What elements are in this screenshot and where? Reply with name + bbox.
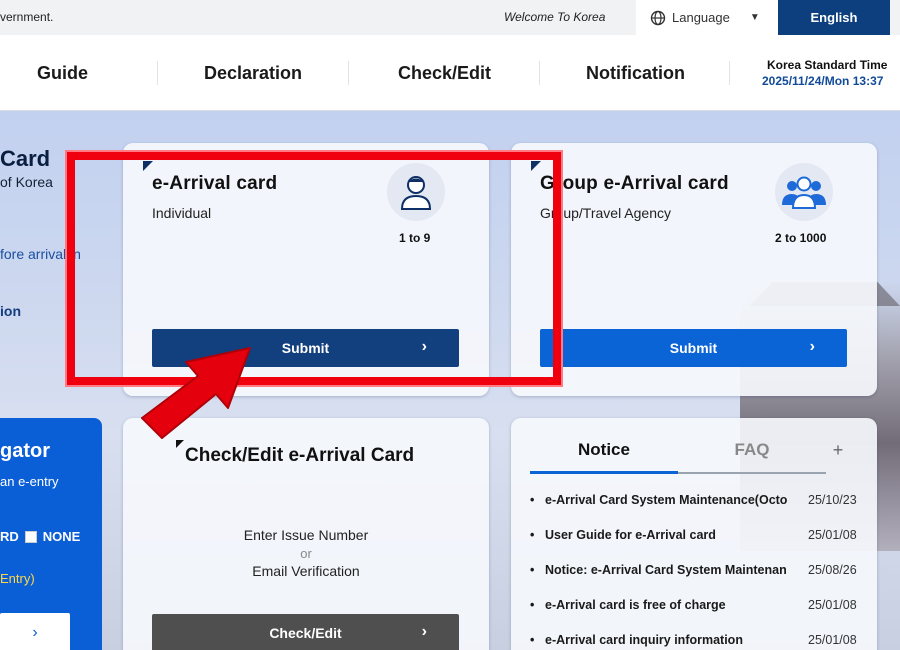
notice-title: e-Arrival Card System Maintenance(Octo xyxy=(545,493,788,507)
navigator-options: RD NONE xyxy=(0,529,80,544)
chevron-right-icon: › xyxy=(809,338,815,355)
notice-item[interactable]: • Notice: e-Arrival Card System Maintena… xyxy=(530,563,870,598)
nav-divider xyxy=(348,61,349,85)
notice-item[interactable]: • e-Arrival card inquiry information 25/… xyxy=(530,633,870,650)
clock-value: 2025/11/24/Mon 13:37 xyxy=(762,74,884,88)
clock-label: Korea Standard Time xyxy=(767,58,888,72)
bullet-icon: • xyxy=(530,598,535,612)
bullet-icon: • xyxy=(530,563,535,577)
check-edit-label: Check/Edit xyxy=(269,625,342,641)
notice-date: 25/01/08 xyxy=(808,528,857,542)
group-card-title: Group e-Arrival card xyxy=(540,173,729,194)
nav-divider xyxy=(729,61,730,85)
group-people-icon xyxy=(775,163,833,221)
notice-date: 25/10/23 xyxy=(808,493,857,507)
language-label: Language xyxy=(672,10,730,25)
check-edit-button[interactable]: Check/Edit › xyxy=(152,614,459,650)
chevron-right-icon: › xyxy=(421,623,427,640)
notice-item[interactable]: • e-Arrival card is free of charge 25/01… xyxy=(530,598,870,633)
left-bold-text[interactable]: ion xyxy=(0,303,21,319)
navigator-go-button[interactable]: › xyxy=(0,613,70,650)
highlight-arrow-icon xyxy=(141,347,251,439)
left-heading: Card xyxy=(0,146,51,171)
option-label-none: NONE xyxy=(42,529,81,544)
government-notice: vernment. xyxy=(0,10,54,24)
korea-time-clock: Korea Standard Time 2025/11/24/Mon 13:37 xyxy=(762,57,887,89)
notice-title: User Guide for e-Arrival card xyxy=(545,528,716,542)
navigator-title: gator xyxy=(0,440,50,462)
notice-tabs: Notice FAQ + xyxy=(530,440,850,474)
or-text: or xyxy=(300,546,312,561)
left-subtitle: of Korea xyxy=(0,174,53,190)
notice-date: 25/01/08 xyxy=(808,633,857,647)
nav-divider xyxy=(157,61,158,85)
email-verification-text: Email Verification xyxy=(252,563,360,579)
nav-notification[interactable]: Notification xyxy=(586,63,685,84)
utility-bar: vernment. Welcome To Korea Language ▼ En… xyxy=(0,0,900,35)
nav-check-edit[interactable]: Check/Edit xyxy=(398,63,491,84)
check-edit-title: Check/Edit e-Arrival Card xyxy=(185,445,415,466)
navigator-note: Entry) xyxy=(0,571,35,586)
none-checkbox[interactable] xyxy=(24,530,37,543)
notice-title: e-Arrival card is free of charge xyxy=(545,598,726,612)
nav-declaration[interactable]: Declaration xyxy=(204,63,302,84)
caret-down-icon: ▼ xyxy=(749,12,760,23)
notice-date: 25/08/26 xyxy=(808,563,857,577)
group-range: 2 to 1000 xyxy=(775,231,827,245)
plus-icon[interactable]: + xyxy=(826,440,850,474)
group-submit-button[interactable]: Submit › xyxy=(540,329,847,367)
english-button[interactable]: English xyxy=(778,0,890,35)
tab-faq[interactable]: FAQ xyxy=(678,440,826,474)
notice-faq-card: Notice FAQ + • e-Arrival Card System Mai… xyxy=(511,418,877,650)
welcome-text: Welcome To Korea xyxy=(504,10,606,24)
globe-icon xyxy=(650,10,666,25)
chevron-right-icon: › xyxy=(32,624,38,641)
navigator-panel: gator an e-entry RD NONE Entry) › xyxy=(0,418,102,650)
notice-date: 25/01/08 xyxy=(808,598,857,612)
bullet-icon: • xyxy=(530,528,535,542)
notice-item[interactable]: • User Guide for e-Arrival card 25/01/08 xyxy=(530,528,870,563)
bullet-icon: • xyxy=(530,633,535,647)
tab-notice[interactable]: Notice xyxy=(530,440,678,474)
language-selector[interactable]: Language ▼ xyxy=(636,0,778,35)
notice-title: Notice: e-Arrival Card System Maintenan xyxy=(545,563,787,577)
notice-title: e-Arrival card inquiry information xyxy=(545,633,743,647)
submit-label: Submit xyxy=(669,340,718,356)
notice-item[interactable]: • e-Arrival Card System Maintenance(Octo… xyxy=(530,493,870,528)
issue-number-text: Enter Issue Number xyxy=(243,527,369,543)
check-edit-card: Check/Edit e-Arrival Card Enter Issue Nu… xyxy=(123,418,489,650)
main-nav: Guide Declaration Check/Edit Notificatio… xyxy=(0,35,900,111)
nav-guide[interactable]: Guide xyxy=(37,63,88,84)
bullet-icon: • xyxy=(530,493,535,507)
notice-list: • e-Arrival Card System Maintenance(Octo… xyxy=(530,493,870,650)
group-arrival-card: Group e-Arrival card Group/Travel Agency… xyxy=(511,143,877,396)
navigator-subtitle: an e-entry xyxy=(0,474,59,489)
nav-divider xyxy=(539,61,540,85)
option-label-a: RD xyxy=(0,529,19,544)
